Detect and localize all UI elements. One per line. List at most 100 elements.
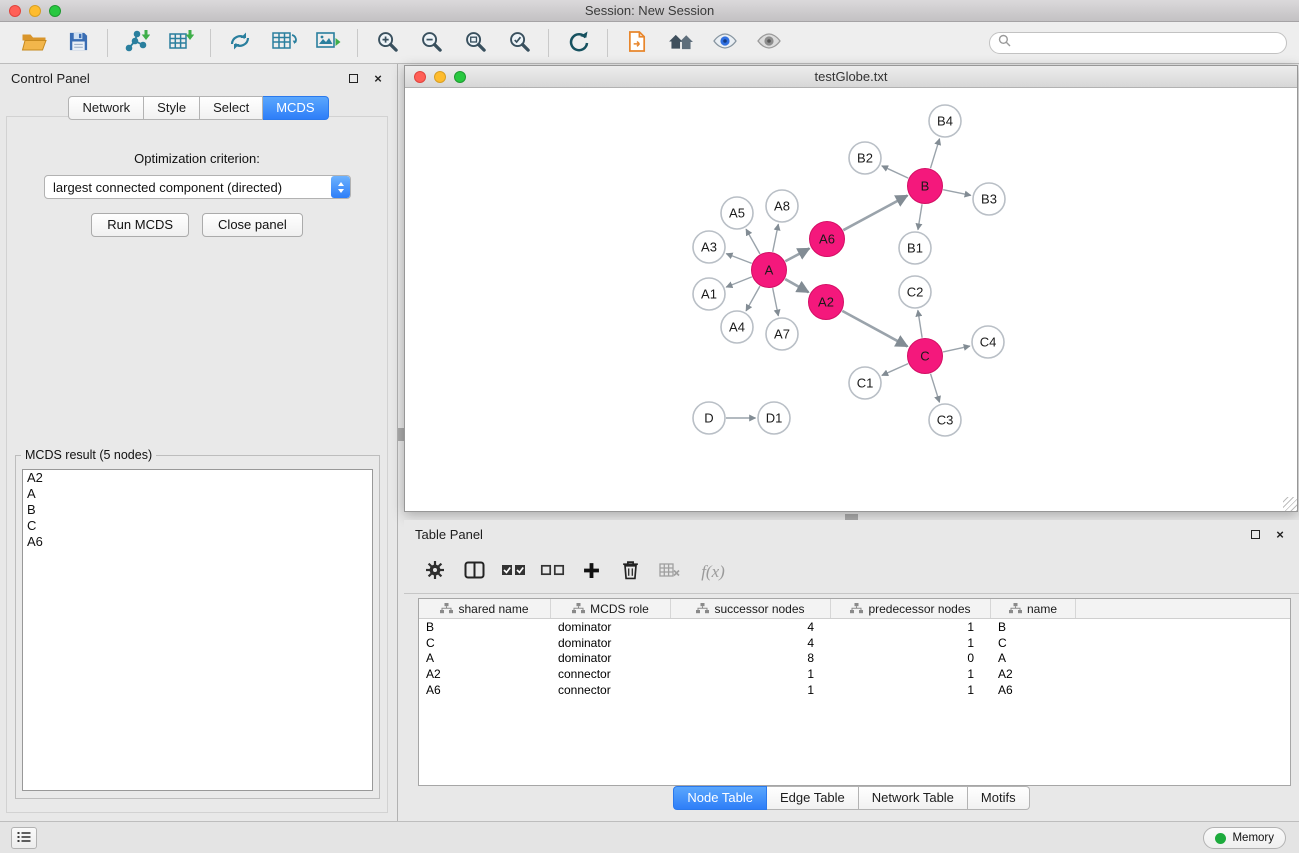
table-row[interactable]: Adominator80A [419, 651, 1290, 667]
tab-network[interactable]: Network [68, 96, 144, 120]
result-item[interactable]: B [23, 502, 372, 518]
network-node-A1[interactable]: A1 [693, 278, 725, 310]
network-node-A3[interactable]: A3 [693, 231, 725, 263]
network-node-C1[interactable]: C1 [849, 367, 881, 399]
tab-motifs[interactable]: Motifs [968, 786, 1030, 810]
style-eye-button[interactable] [703, 25, 747, 61]
network-canvas[interactable]: B4B2BB3A5A8A6B1A3AC2A1A2A4A7C4CC1DD1C3 [405, 88, 1297, 511]
open-session-button[interactable] [12, 25, 56, 61]
close-panel-icon-button[interactable]: × [370, 70, 386, 86]
network-node-A2[interactable]: A2 [809, 285, 844, 320]
network-node-A[interactable]: A [752, 253, 787, 288]
fullscreen-window-button[interactable] [49, 5, 61, 17]
network-node-B2[interactable]: B2 [849, 142, 881, 174]
network-node-A6[interactable]: A6 [810, 222, 845, 257]
table-row[interactable]: Cdominator41C [419, 635, 1290, 651]
table-settings-button[interactable] [420, 556, 450, 588]
zoom-out-button[interactable] [409, 25, 453, 61]
home-button[interactable] [659, 25, 703, 61]
tab-edge-table[interactable]: Edge Table [767, 786, 859, 810]
edge-C-to-C2[interactable] [918, 310, 922, 337]
optimization-criterion-dropdown[interactable]: largest connected component (directed) [44, 175, 351, 199]
edge-C-to-C4[interactable] [943, 346, 970, 352]
save-session-button[interactable] [56, 25, 100, 61]
result-item[interactable]: A [23, 486, 372, 502]
result-item[interactable]: A2 [23, 470, 372, 486]
result-item[interactable]: A6 [23, 534, 372, 550]
edge-B-to-B4[interactable] [930, 139, 939, 169]
run-mcds-button[interactable]: Run MCDS [91, 213, 189, 237]
edge-A-to-A4[interactable] [746, 286, 760, 311]
column-header-shared-name[interactable]: shared name [419, 599, 551, 618]
network-node-B3[interactable]: B3 [973, 183, 1005, 215]
network-node-B1[interactable]: B1 [899, 232, 931, 264]
edge-A6-to-B[interactable] [843, 196, 907, 231]
new-table-button[interactable] [262, 25, 306, 61]
column-header-predecessor-nodes[interactable]: predecessor nodes [831, 599, 991, 618]
network-node-A7[interactable]: A7 [766, 318, 798, 350]
task-history-button[interactable] [11, 827, 37, 849]
table-row[interactable]: A2connector11A2 [419, 666, 1290, 682]
network-node-B4[interactable]: B4 [929, 105, 961, 137]
select-all-button[interactable] [498, 556, 528, 588]
edge-C-to-C1[interactable] [882, 364, 908, 376]
function-builder-button[interactable]: f(x) [693, 556, 733, 588]
column-header-MCDS-role[interactable]: MCDS role [551, 599, 671, 618]
zoom-selected-button[interactable] [497, 25, 541, 61]
zoom-in-button[interactable] [365, 25, 409, 61]
edge-A-to-A7[interactable] [773, 288, 779, 316]
show-columns-button[interactable] [459, 556, 489, 588]
tab-style[interactable]: Style [144, 96, 200, 120]
delete-table-button[interactable] [654, 556, 684, 588]
delete-button[interactable] [615, 556, 645, 588]
network-node-A4[interactable]: A4 [721, 311, 753, 343]
edge-B-to-B1[interactable] [918, 204, 922, 229]
network-close-button[interactable] [414, 71, 426, 83]
network-window-titlebar[interactable]: testGlobe.txt [405, 66, 1297, 88]
show-hide-button[interactable] [747, 25, 791, 61]
import-network-file-button[interactable] [115, 25, 159, 61]
first-neighbors-button[interactable] [615, 25, 659, 61]
minimize-window-button[interactable] [29, 5, 41, 17]
edge-C-to-C3[interactable] [931, 374, 940, 403]
close-window-button[interactable] [9, 5, 21, 17]
refresh-layout-button[interactable] [556, 25, 600, 61]
import-table-file-button[interactable] [159, 25, 203, 61]
close-panel-button[interactable]: Close panel [202, 213, 303, 237]
edge-A-to-A8[interactable] [773, 224, 779, 252]
new-network-button[interactable] [218, 25, 262, 61]
float-panel-button[interactable] [345, 70, 361, 86]
edge-A-to-A1[interactable] [726, 277, 752, 287]
column-header-successor-nodes[interactable]: successor nodes [671, 599, 831, 618]
edge-A-to-A2[interactable] [785, 279, 808, 292]
edge-A2-to-C[interactable] [842, 311, 907, 347]
search-box[interactable] [989, 32, 1287, 54]
network-node-B[interactable]: B [908, 169, 943, 204]
network-node-C4[interactable]: C4 [972, 326, 1004, 358]
edge-A-to-A5[interactable] [746, 229, 760, 254]
network-node-A5[interactable]: A5 [721, 197, 753, 229]
edge-A-to-A6[interactable] [785, 248, 809, 261]
export-image-button[interactable] [306, 25, 350, 61]
network-minimize-button[interactable] [434, 71, 446, 83]
table-row[interactable]: Bdominator41B [419, 619, 1290, 635]
float-table-panel-button[interactable] [1247, 526, 1263, 542]
network-node-D1[interactable]: D1 [758, 402, 790, 434]
zoom-fit-button[interactable] [453, 25, 497, 61]
search-input[interactable] [1016, 36, 1278, 50]
edge-B-to-B3[interactable] [943, 190, 971, 196]
deselect-all-button[interactable] [537, 556, 567, 588]
tab-mcds[interactable]: MCDS [263, 96, 328, 120]
tab-select[interactable]: Select [200, 96, 263, 120]
network-node-C3[interactable]: C3 [929, 404, 961, 436]
network-node-A8[interactable]: A8 [766, 190, 798, 222]
tab-node-table[interactable]: Node Table [673, 786, 767, 810]
edge-B-to-B2[interactable] [882, 166, 908, 178]
result-item[interactable]: C [23, 518, 372, 534]
network-node-C[interactable]: C [908, 339, 943, 374]
network-zoom-button[interactable] [454, 71, 466, 83]
table-row[interactable]: A6connector11A6 [419, 682, 1290, 698]
network-node-C2[interactable]: C2 [899, 276, 931, 308]
column-header-name[interactable]: name [991, 599, 1076, 618]
tab-network-table[interactable]: Network Table [859, 786, 968, 810]
